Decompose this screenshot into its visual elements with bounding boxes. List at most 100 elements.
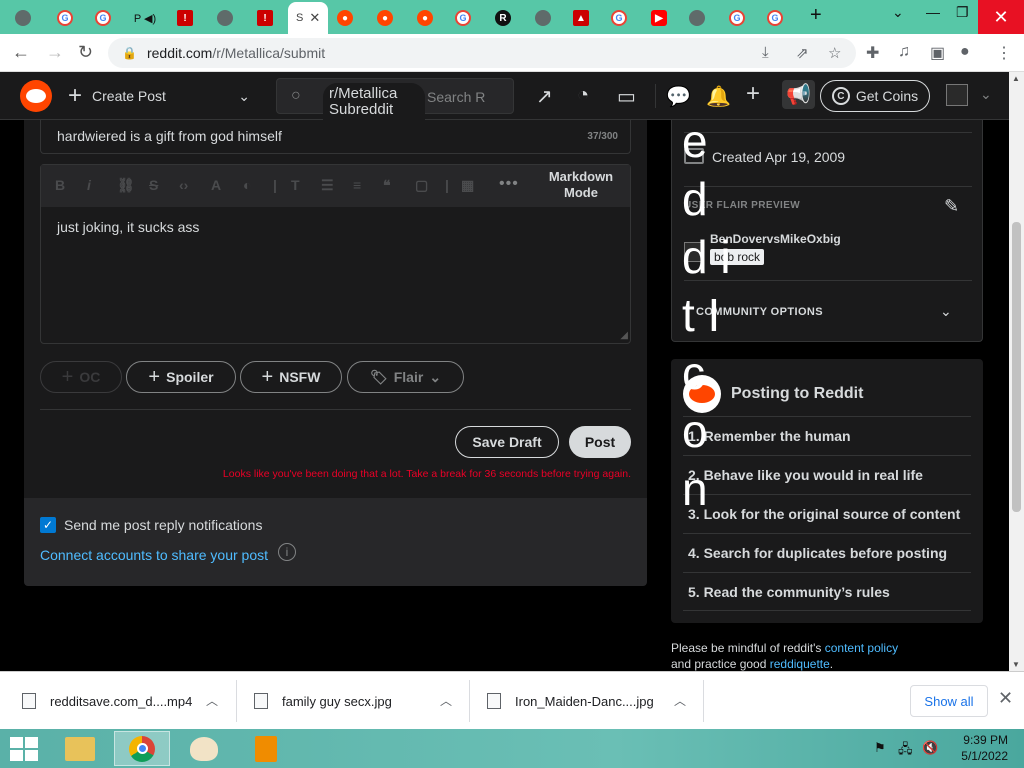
- new-tab-icon[interactable]: +: [810, 4, 822, 27]
- tab-google[interactable]: G: [606, 5, 632, 31]
- quote-icon[interactable]: ❝: [383, 177, 391, 194]
- live-icon[interactable]: ▭: [617, 84, 636, 109]
- tab-rapidsave[interactable]: R: [490, 5, 516, 31]
- action-center-icon[interactable]: ⚑: [874, 740, 886, 756]
- content-policy-link[interactable]: content policy: [825, 641, 898, 655]
- create-post-icon[interactable]: +: [746, 80, 760, 108]
- table-icon[interactable]: ▦: [461, 177, 474, 194]
- tab-google[interactable]: G: [762, 5, 788, 31]
- scroll-thumb[interactable]: [1012, 222, 1021, 512]
- install-icon[interactable]: ⤓: [762, 44, 769, 61]
- tab-reddit-dl[interactable]: ▲: [568, 5, 594, 31]
- spoiler-button[interactable]: + Spoiler: [126, 361, 236, 393]
- user-menu-chevron-icon[interactable]: ⌄: [980, 86, 992, 103]
- scroll-up-icon[interactable]: ▲: [1012, 74, 1020, 83]
- code-block-icon[interactable]: ▢: [415, 177, 428, 194]
- save-draft-button[interactable]: Save Draft: [455, 426, 559, 458]
- bookmark-star-icon[interactable]: ☆: [828, 44, 841, 62]
- chevron-down-icon[interactable]: ⌄: [940, 303, 952, 320]
- close-icon[interactable]: ✕: [998, 688, 1013, 709]
- reload-icon[interactable]: ↻: [78, 42, 93, 63]
- post-button[interactable]: Post: [569, 426, 631, 458]
- italic-icon[interactable]: i: [87, 177, 91, 193]
- nsfw-button[interactable]: + NSFW: [240, 361, 342, 393]
- user-avatar[interactable]: [946, 84, 968, 106]
- tab-dislike[interactable]: !: [172, 5, 198, 31]
- notifications-icon[interactable]: 🔔: [706, 84, 731, 109]
- reddiquette-link[interactable]: reddiquette: [770, 657, 830, 671]
- tab-google[interactable]: G: [52, 5, 78, 31]
- profile-icon[interactable]: ●: [960, 43, 970, 61]
- heading-icon[interactable]: T: [291, 177, 300, 193]
- link-icon[interactable]: ⛓: [117, 177, 135, 194]
- forward-icon[interactable]: →: [46, 42, 64, 63]
- media-control-icon[interactable]: ♫: [898, 43, 910, 61]
- strikethrough-icon[interactable]: S: [149, 177, 158, 193]
- chevron-up-icon[interactable]: ︿: [440, 692, 452, 709]
- bulleted-list-icon[interactable]: ☰: [321, 177, 334, 194]
- scroll-down-icon[interactable]: ▼: [1012, 660, 1020, 669]
- resize-handle-icon[interactable]: ◢: [620, 330, 628, 341]
- download-item[interactable]: family guy secx.jpg: [254, 672, 392, 730]
- create-post-dropdown[interactable]: + Create Post ⌄: [68, 84, 258, 108]
- numbered-list-icon[interactable]: ≡: [353, 177, 361, 193]
- share-icon[interactable]: ⇗: [796, 44, 809, 62]
- tab-dislike[interactable]: !: [252, 5, 278, 31]
- tab-google[interactable]: G: [450, 5, 476, 31]
- file-explorer-app[interactable]: [52, 731, 108, 766]
- search-bar[interactable]: ○ r/Metallica Subreddit Icon Search R: [276, 78, 514, 137]
- side-panel-icon[interactable]: ▣: [930, 43, 945, 63]
- popular-icon[interactable]: ↗: [536, 84, 553, 109]
- restore-icon[interactable]: ❐: [956, 4, 969, 21]
- tab-search-chevron-icon[interactable]: ⌄: [892, 4, 904, 21]
- chevron-up-icon[interactable]: ︿: [206, 692, 218, 709]
- tab-youtube[interactable]: ▶: [646, 5, 672, 31]
- title-input[interactable]: hardwiered is a gift from god himself 37…: [40, 120, 631, 154]
- tab-chrome[interactable]: [530, 5, 556, 31]
- tab-chrome[interactable]: [10, 5, 36, 31]
- info-icon[interactable]: i: [278, 543, 296, 561]
- tab-reddit[interactable]: ●: [412, 5, 438, 31]
- chrome-app[interactable]: [114, 731, 170, 766]
- page-scrollbar[interactable]: ▲ ▼: [1009, 72, 1024, 671]
- more-icon[interactable]: •••: [499, 175, 519, 193]
- taskbar-clock[interactable]: 9:39 PM 5/1/2022: [948, 732, 1008, 764]
- windows-start-icon[interactable]: [10, 737, 38, 761]
- spoiler-icon[interactable]: ◐: [243, 177, 251, 193]
- notify-checkbox[interactable]: ✓: [40, 517, 56, 533]
- get-coins-button[interactable]: C Get Coins: [820, 80, 930, 112]
- oc-button[interactable]: + OC: [40, 361, 122, 393]
- connect-accounts-link[interactable]: Connect accounts to share your post: [40, 547, 268, 563]
- minimize-icon[interactable]: —: [926, 4, 940, 20]
- community-options-toggle[interactable]: COMMUNITY OPTIONS: [696, 306, 823, 318]
- reddit-logo-icon[interactable]: [20, 80, 52, 112]
- inline-code-icon[interactable]: ‹›: [179, 177, 188, 193]
- volume-muted-icon[interactable]: 🔇: [922, 740, 938, 756]
- edit-flair-icon[interactable]: ✎: [944, 196, 959, 217]
- network-icon[interactable]: 🖧: [898, 740, 913, 762]
- flair-button[interactable]: 🏷 Flair ⌄: [347, 361, 464, 393]
- advertise-icon[interactable]: 📢: [782, 80, 815, 109]
- paint-app[interactable]: [176, 731, 232, 766]
- tab-chrome[interactable]: [684, 5, 710, 31]
- close-tab-icon[interactable]: ✕: [309, 10, 320, 26]
- tab-google[interactable]: G: [90, 5, 116, 31]
- chevron-up-icon[interactable]: ︿: [674, 692, 686, 709]
- body-editor[interactable]: B i ⛓ S ‹› A ◐ | T ☰ ≡ ❝ ▢ | ▦ ••• Markd…: [40, 164, 631, 344]
- download-item[interactable]: redditsave.com_d....mp4: [22, 672, 192, 730]
- extensions-icon[interactable]: ✚: [866, 43, 879, 63]
- bold-icon[interactable]: B: [55, 177, 65, 193]
- back-icon[interactable]: ←: [12, 42, 30, 63]
- superscript-icon[interactable]: A: [211, 177, 221, 193]
- download-item[interactable]: Iron_Maiden-Danc....jpg: [487, 672, 654, 730]
- media-app[interactable]: [238, 731, 294, 766]
- tab-chrome[interactable]: [212, 5, 238, 31]
- tab-google[interactable]: G: [724, 5, 750, 31]
- show-all-button[interactable]: Show all: [910, 685, 988, 717]
- tab-reddit[interactable]: ●: [332, 5, 358, 31]
- markdown-mode-button[interactable]: Markdown Mode: [541, 169, 621, 201]
- chat-icon[interactable]: 💬: [666, 84, 691, 109]
- tab-reddit[interactable]: ●: [372, 5, 398, 31]
- menu-icon[interactable]: ⋮: [996, 43, 1012, 63]
- tab-generic[interactable]: P ◀): [132, 5, 158, 31]
